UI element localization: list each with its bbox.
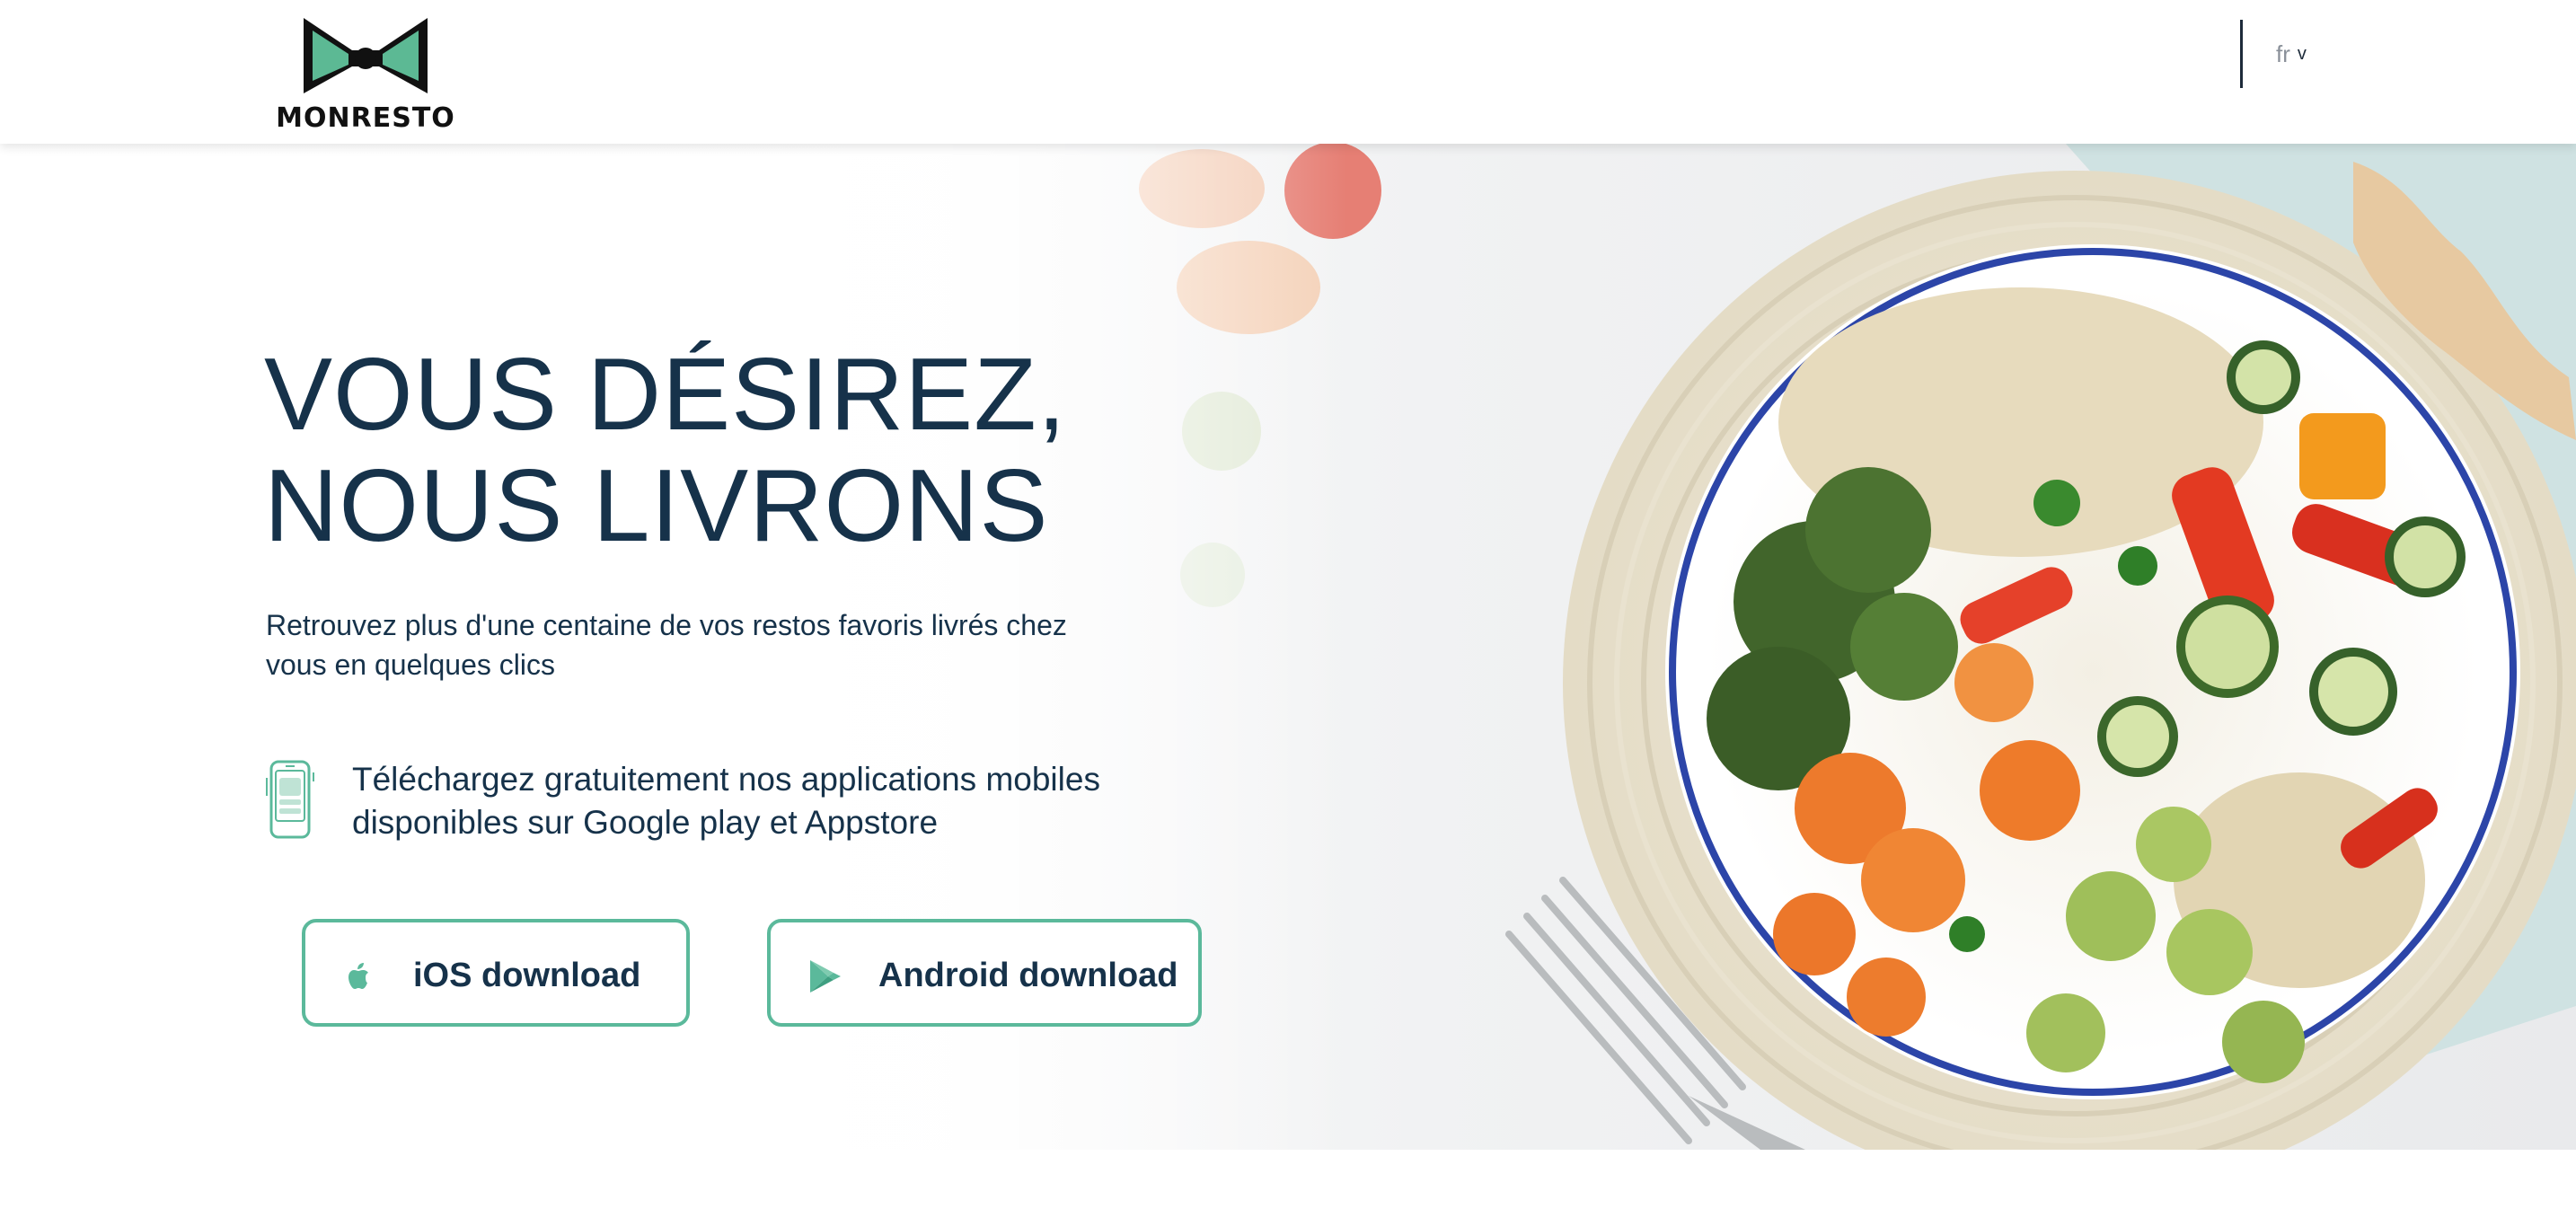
monresto-logo[interactable]: MONRESTO bbox=[273, 14, 458, 134]
hero-subtitle-line-1: Retrouvez plus d'une centaine de vos res… bbox=[266, 609, 1067, 641]
hero-subtitle-line-2: vous en quelques clics bbox=[266, 649, 555, 681]
chevron-down-icon: v bbox=[2297, 43, 2307, 64]
bowtie-logo-icon bbox=[304, 18, 428, 93]
smartphone-icon bbox=[266, 760, 314, 839]
header-divider bbox=[2240, 20, 2243, 88]
hero-headline-line-1: VOUS DÉSIREZ, bbox=[264, 338, 1067, 452]
hero-subtitle: Retrouvez plus d'une centaine de vos res… bbox=[266, 605, 1146, 684]
ios-download-button[interactable]: iOS download bbox=[302, 919, 690, 1027]
android-download-button[interactable]: Android download bbox=[767, 919, 1202, 1027]
app-download-text-line-1: Téléchargez gratuitement nos application… bbox=[352, 761, 1100, 798]
language-selector[interactable]: fr v bbox=[2276, 38, 2307, 70]
hero-section: VOUS DÉSIREZ, NOUS LIVRONS Retrouvez plu… bbox=[0, 144, 2576, 1150]
app-download-info: Téléchargez gratuitement nos application… bbox=[266, 758, 1254, 848]
hero-headline: VOUS DÉSIREZ, NOUS LIVRONS bbox=[264, 340, 1252, 562]
ios-download-label: iOS download bbox=[413, 957, 641, 994]
google-play-icon bbox=[810, 960, 841, 993]
apple-icon bbox=[348, 963, 368, 989]
android-download-label: Android download bbox=[878, 957, 1178, 994]
logo-wordmark: MONRESTO bbox=[276, 102, 455, 134]
hero-headline-line-2: NOUS LIVRONS bbox=[264, 449, 1049, 563]
site-header: MONRESTO fr v bbox=[0, 0, 2576, 144]
app-download-text: Téléchargez gratuitement nos application… bbox=[352, 758, 1250, 844]
language-current: fr bbox=[2276, 40, 2290, 67]
app-download-text-line-2: disponibles sur Google play et Appstore bbox=[352, 804, 939, 841]
